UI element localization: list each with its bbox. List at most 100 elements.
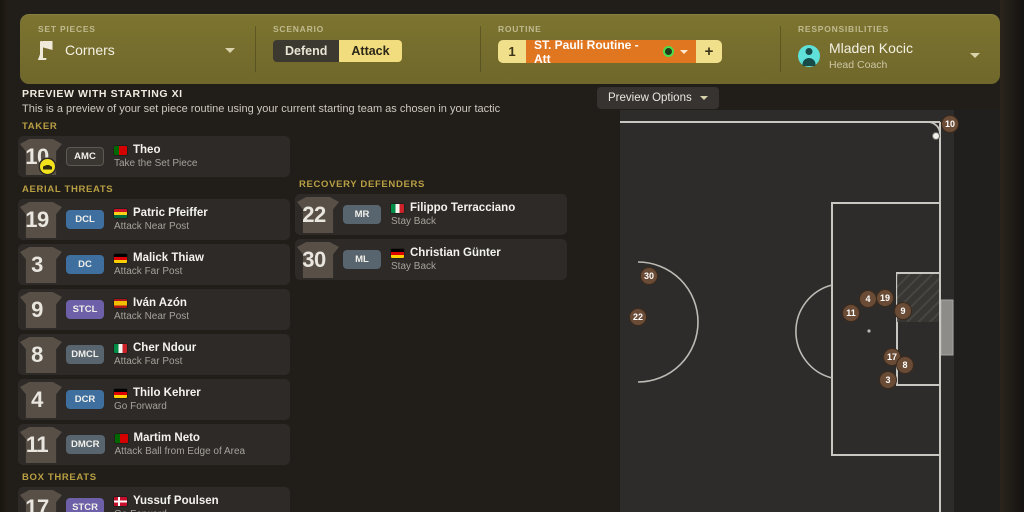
pitch-player-marker[interactable]: 4 [859,290,877,308]
right-edge-rail [1000,0,1024,512]
nationality-flag-icon [114,253,127,263]
player-role: Attack Ball from Edge of Area [114,446,246,457]
player-info: Iván Azón Attack Near Post [114,297,189,322]
player-role: Stay Back [391,261,437,272]
player-info: Christian Günter Stay Back [391,247,501,272]
nationality-flag-icon [114,388,127,398]
player-info: Filippo Terracciano Stay Back [391,202,515,227]
player-shirt-icon: 10 [18,136,66,177]
player-role: Attack Near Post [114,221,190,232]
set-pieces-label: SET PIECES [38,24,96,34]
nationality-flag-icon [391,203,404,213]
nationality-flag-icon [114,145,127,155]
responsibilities-chevron-down-icon[interactable] [970,53,980,58]
player-card[interactable]: 19 DCL Patric Pfeiffer Attack Near Post [18,199,290,240]
player-number: 30 [302,246,326,272]
left-edge-rail [0,0,8,512]
pitch-player-marker[interactable]: 3 [879,371,897,389]
add-routine-button[interactable]: + [696,40,722,63]
player-name: Thilo Kehrer [133,387,201,399]
responsibilities-selector[interactable]: RESPONSIBILITIES Mladen Kocic Head Coach [780,14,1000,84]
routine-pill[interactable]: 1 ST. Pauli Routine - Att + [498,40,722,63]
pitch-player-marker[interactable]: 22 [629,308,647,326]
nationality-flag-icon [114,208,127,218]
player-card[interactable]: 11 DMCR Martim Neto Attack Ball from Edge o… [18,424,290,465]
player-card[interactable]: 4 DCR Thilo Kehrer Go Forward [18,379,290,420]
pitch-player-marker[interactable]: 9 [894,302,912,320]
player-number: 4 [31,386,43,412]
preview-options-chevron-down-icon [699,96,708,100]
player-info: Martim Neto Attack Ball from Edge of Area [114,432,246,457]
player-shirt-icon: 9 [18,289,66,330]
nationality-flag-icon [114,343,127,353]
corner-flag-icon [37,40,56,60]
player-name: Iván Azón [133,297,187,309]
set-pieces-value: Corners [65,42,115,58]
pitch-player-marker[interactable]: 19 [876,289,894,307]
player-shirt-icon: 19 [18,199,66,240]
player-card[interactable]: 17 STCR Yussuf PoulsenGo Forward [18,487,290,512]
routine-selector: ROUTINE 1 ST. Pauli Routine - Att + [480,14,780,84]
player-card[interactable]: 30 ML Christian Günter Stay Back [295,239,567,280]
pitch-player-marker[interactable]: 30 [640,267,658,285]
player-name: Martim Neto [133,432,200,444]
player-role: Attack Near Post [114,311,190,322]
player-position-badge: DC [66,255,104,274]
player-role: Attack Far Post [114,356,183,367]
player-name: Cher Ndour [133,342,197,354]
set-piece-taker-icon [40,159,55,174]
section-header-box-threats: BOX THREATS [22,472,97,483]
set-piece-toolbar: SET PIECES Corners SCENARIO Defend Attac… [20,14,1000,84]
player-role: Attack Far Post [114,266,183,277]
player-shirt-icon: 11 [18,424,66,465]
set-pieces-selector[interactable]: SET PIECES Corners [20,14,255,84]
chevron-down-icon[interactable] [225,47,235,53]
ball-icon [932,132,940,140]
player-shirt-icon: 22 [295,194,343,235]
set-pieces-screen: SET PIECES Corners SCENARIO Defend Attac… [0,0,1024,512]
player-name: Filippo Terracciano [410,202,516,214]
pitch-markings [620,110,1000,512]
player-card[interactable]: 3 DC Malick Thiaw Attack Far Post [18,244,290,285]
player-position-badge: DMCR [66,435,105,454]
player-column-left: TAKER 10 AMC Theo Take the Set Piece AERIAL T… [18,118,290,512]
routine-label: ROUTINE [498,24,542,34]
player-card[interactable]: 8 DMCL Cher Ndour Attack Far Post [18,334,290,375]
section-header-aerial-threats: AERIAL THREATS [22,184,114,195]
scenario-attack-button[interactable]: Attack [339,40,402,62]
player-position-badge: DCR [66,390,104,409]
preview-options-label: Preview Options [608,92,692,104]
nationality-flag-icon [114,298,127,308]
player-name: Yussuf Poulsen [133,495,219,507]
player-card[interactable]: 22 MR Filippo Terracciano Stay Back [295,194,567,235]
coach-name: Mladen Kocic [829,40,914,56]
pitch-preview[interactable]: 10 30 22 4 19 11 9 17 8 3 [620,110,1000,512]
player-card[interactable]: 10 AMC Theo Take the Set Piece [18,136,290,177]
routine-chevron-down-icon[interactable] [680,49,688,54]
pitch-player-marker[interactable]: 8 [896,356,914,374]
player-position-badge: STCR [66,498,104,512]
player-number: 19 [25,206,49,232]
player-position-badge: ML [343,250,381,269]
player-shirt-icon: 30 [295,239,343,280]
player-number: 11 [25,431,49,457]
player-info: Cher Ndour Attack Far Post [114,342,196,367]
player-info: Yussuf PoulsenGo Forward [114,495,219,512]
preview-options-button[interactable]: Preview Options [597,87,719,109]
routine-number: 1 [508,44,516,59]
player-role: Go Forward [114,401,167,412]
preview-title: PREVIEW WITH STARTING XI [22,88,183,100]
player-number: 17 [25,494,49,512]
player-number: 9 [31,296,43,322]
routine-name-button[interactable]: ST. Pauli Routine - Att [526,40,696,63]
player-card[interactable]: 9 STCL Iván Azón Attack Near Post [18,289,290,330]
pitch-player-marker[interactable]: 11 [842,304,860,322]
scenario-defend-button[interactable]: Defend [273,40,340,62]
coach-role: Head Coach [829,59,888,71]
player-name: Patric Pfeiffer [133,207,208,219]
scenario-toggle[interactable]: Defend Attack [273,40,402,62]
pitch-player-marker[interactable]: 10 [941,115,959,133]
preview-description: This is a preview of your set piece rout… [22,103,501,115]
player-number: 22 [302,201,326,227]
nationality-flag-icon [114,496,127,506]
